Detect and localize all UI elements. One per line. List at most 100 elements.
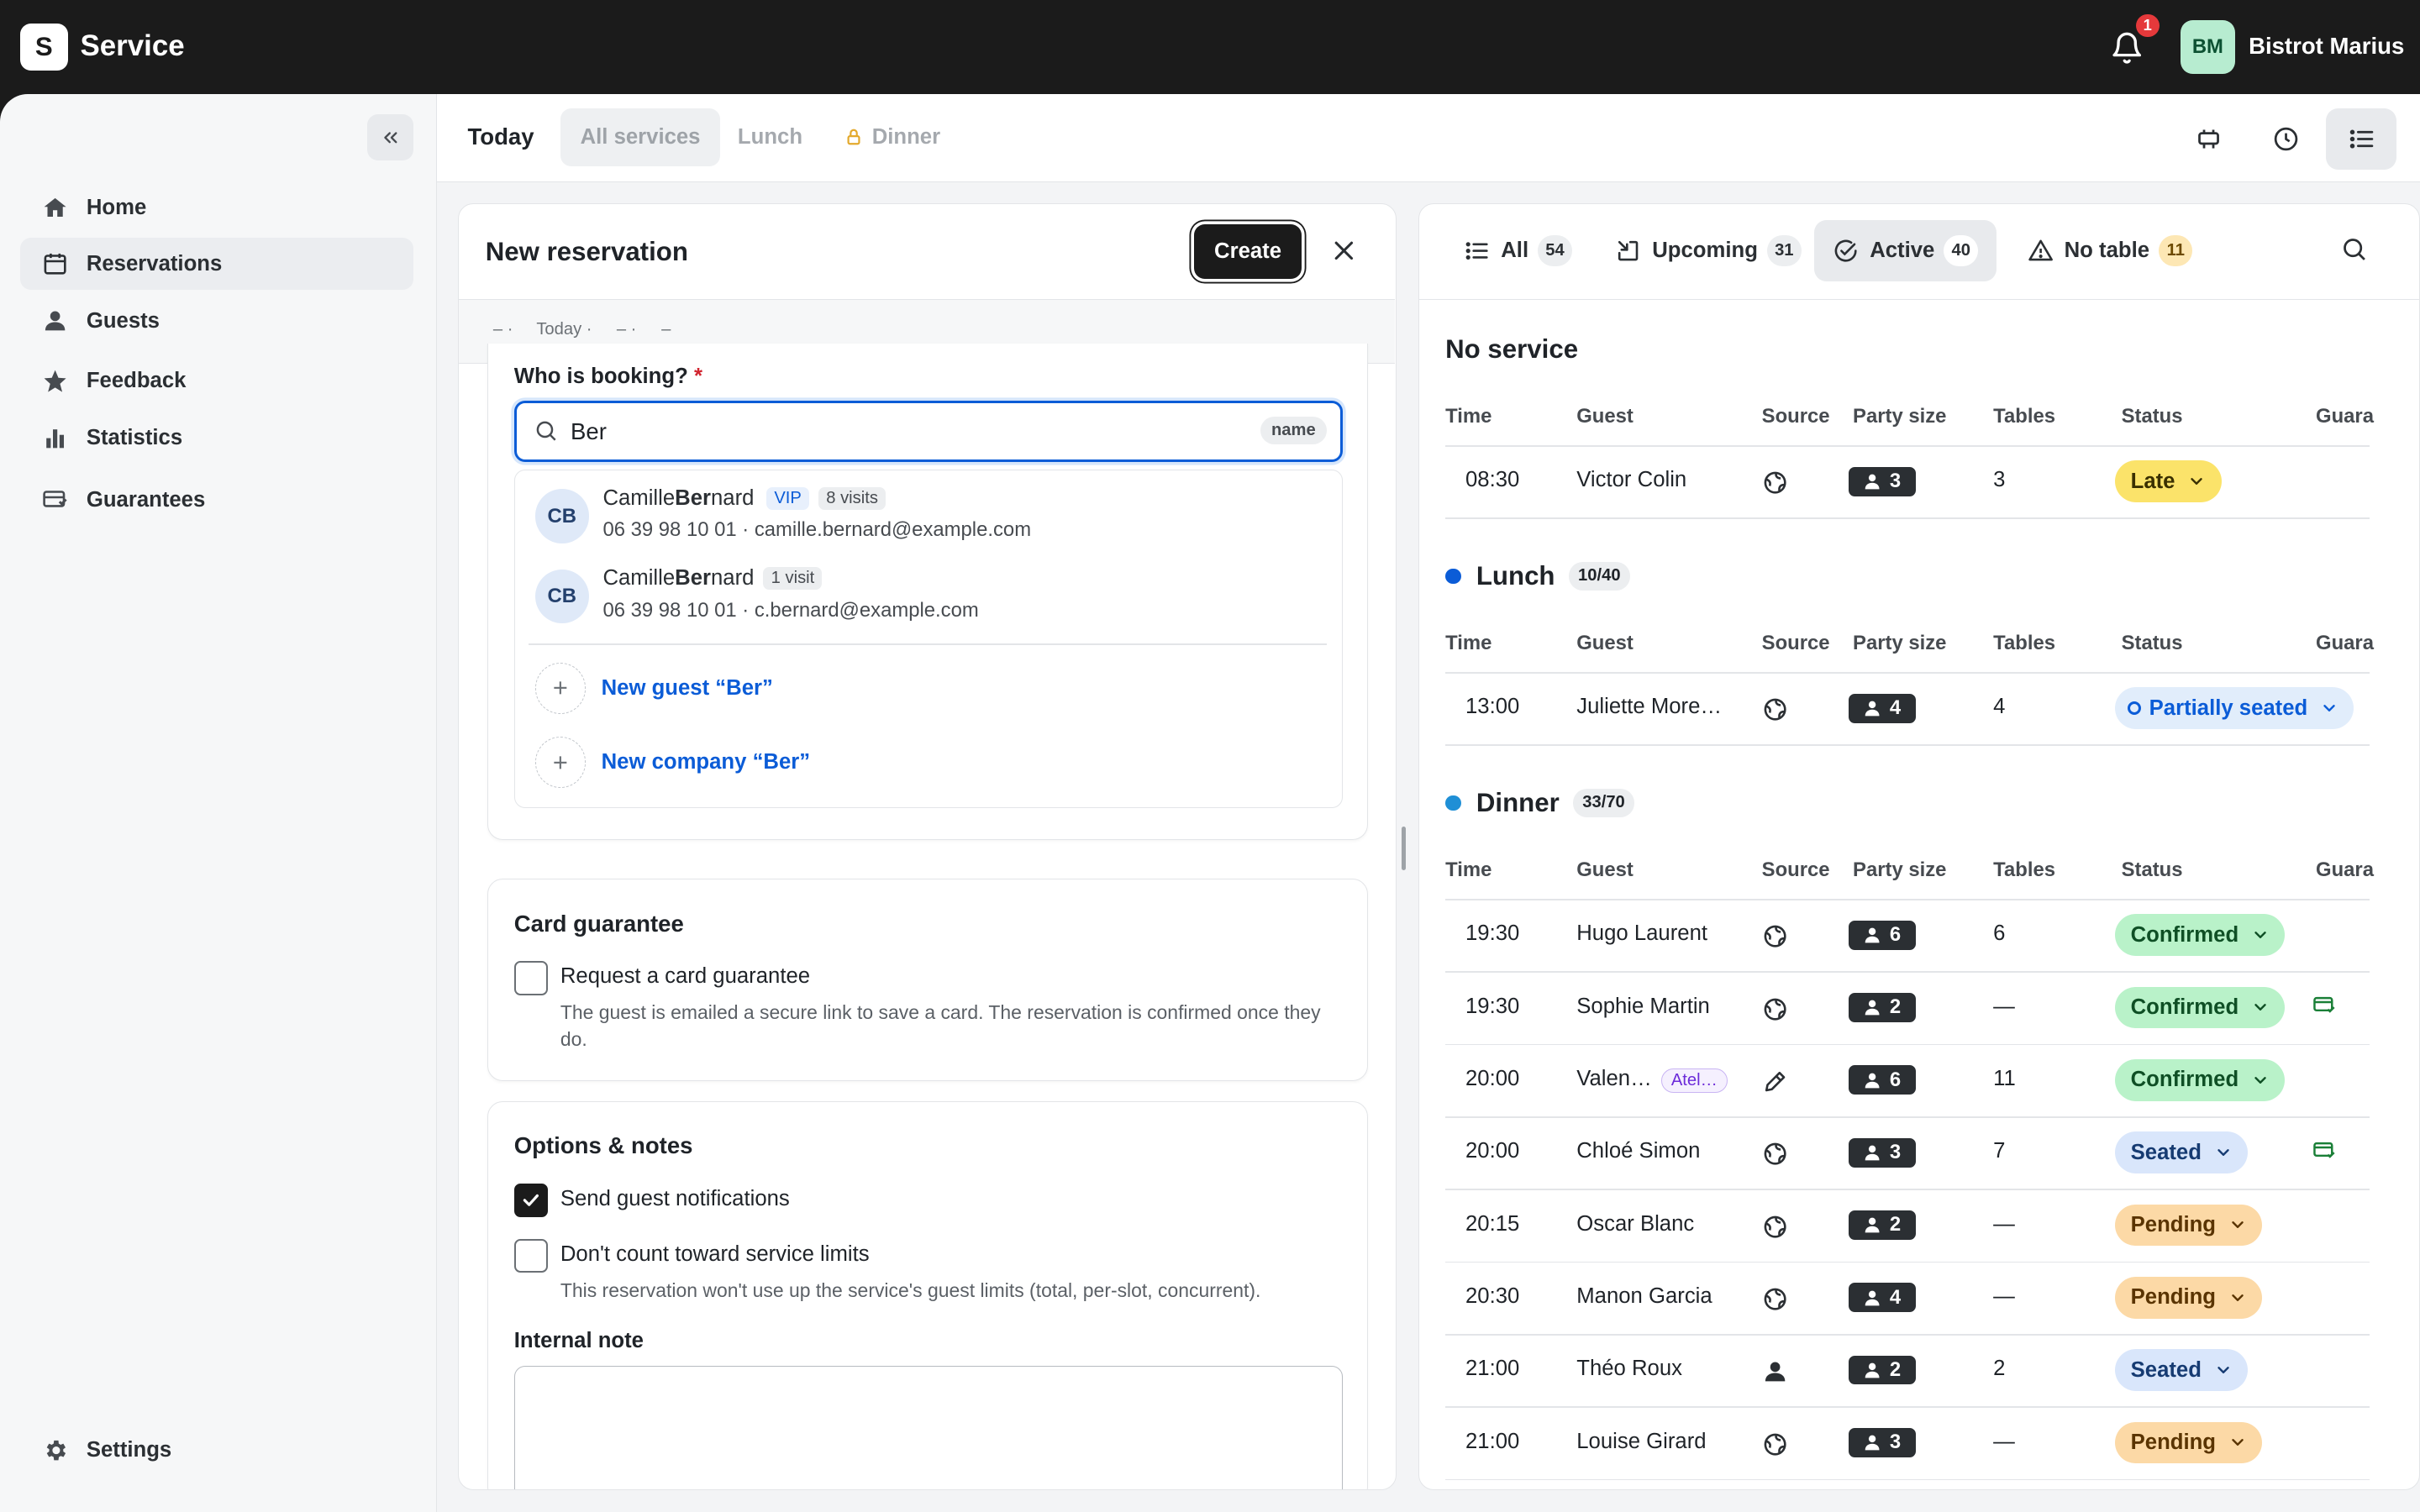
section-title: Dinner 33/70: [1445, 788, 1634, 818]
tab-upcoming[interactable]: Upcoming 31: [1597, 220, 1820, 281]
user-avatar[interactable]: BM: [2181, 19, 2235, 75]
tab-lunch[interactable]: Lunch: [718, 108, 823, 167]
globe-icon: [1762, 470, 1788, 496]
guest-name-text: Juliette More…: [1576, 695, 1723, 719]
tables-value: 7: [1993, 1139, 2006, 1163]
bar-chart-icon: [45, 429, 64, 449]
checkbox-label[interactable]: Don't count toward service limits: [560, 1242, 870, 1267]
guest-search-input[interactable]: Ber name: [513, 400, 1344, 463]
today-selector[interactable]: Today: [448, 108, 555, 167]
guest-name[interactable]: Chloé Simon: [1576, 1139, 1700, 1163]
create-button[interactable]: Create: [1193, 224, 1302, 279]
bell-icon[interactable]: [2110, 31, 2144, 65]
tab-all[interactable]: All 54: [1445, 220, 1591, 281]
restaurant-name[interactable]: Bistrot Marius: [2249, 33, 2404, 60]
column-header[interactable]: Time: [1445, 632, 1491, 655]
new-company-option[interactable]: New company “Ber”: [534, 736, 810, 788]
status-dropdown[interactable]: Pending: [2115, 1421, 2263, 1464]
guest-name[interactable]: Manon Garcia: [1576, 1284, 1712, 1309]
status-dropdown[interactable]: Pending: [2115, 1276, 2263, 1319]
column-header[interactable]: Time: [1445, 405, 1491, 428]
tab-dinner[interactable]: Dinner: [824, 108, 960, 167]
column-header[interactable]: Party size: [1853, 405, 1946, 428]
close-icon[interactable]: [1328, 235, 1360, 266]
count-badge: 54: [1538, 235, 1572, 266]
guest-name[interactable]: Louise Girard: [1576, 1430, 1706, 1454]
checkbox-label[interactable]: Request a card guarantee: [560, 964, 810, 989]
list-view-button[interactable]: [2325, 108, 2397, 170]
sidebar-item-guarantees[interactable]: Guarantees: [20, 474, 413, 526]
tab-no-table[interactable]: No table 11: [2009, 220, 2212, 281]
guest-name[interactable]: Hugo Laurent: [1576, 921, 1707, 946]
chevron-down-icon: [2232, 1439, 2244, 1446]
column-header[interactable]: Tables: [1993, 632, 2055, 655]
guest-result[interactable]: CB Camille Ber nard 1 visit 06 39 98 10 0…: [515, 551, 1341, 632]
resize-handle[interactable]: [1401, 827, 1407, 870]
sidebar-item-settings[interactable]: Settings: [20, 1424, 413, 1476]
timeline-view-button[interactable]: [2250, 108, 2321, 170]
column-header[interactable]: Guara: [2316, 632, 2374, 655]
column-header[interactable]: Source: [1762, 405, 1830, 428]
status-dropdown[interactable]: Confirmed: [2115, 986, 2286, 1029]
card-guarantee-icon: [42, 491, 67, 508]
status-dropdown[interactable]: Late: [2115, 460, 2222, 502]
column-header[interactable]: Status: [2122, 632, 2183, 655]
column-header[interactable]: Guest: [1576, 405, 1634, 428]
guest-name[interactable]: Théo Roux: [1576, 1357, 1682, 1381]
sidebar-item-guests[interactable]: Guests: [20, 295, 413, 347]
internal-note-textarea[interactable]: [513, 1365, 1344, 1490]
sidebar-item-home[interactable]: Home: [20, 182, 413, 234]
status-label: Pending: [2130, 1212, 2217, 1236]
guest-result[interactable]: CB Camille Ber nard VIP 8 visits 06 39 98…: [515, 470, 1341, 551]
status-dropdown[interactable]: Seated: [2115, 1349, 2248, 1391]
person-icon: [1762, 1358, 1788, 1384]
column-header[interactable]: Status: [2122, 405, 2183, 428]
guest-name[interactable]: Valen… Atel…: [1576, 1067, 1728, 1093]
search-icon[interactable]: [2340, 235, 2368, 263]
list-tabs: All 54 Upcoming 31 Active 40 No table 11: [1418, 204, 2419, 301]
reservation-time: 20:00: [1465, 1139, 1520, 1163]
guest-name[interactable]: Oscar Blanc: [1576, 1212, 1694, 1236]
guest-name[interactable]: Victor Colin: [1576, 468, 1686, 492]
status-dropdown[interactable]: Partially seated: [2115, 687, 2354, 729]
party-size-badge: 6: [1848, 1065, 1917, 1095]
column-header[interactable]: Status: [2122, 858, 2183, 882]
limits-checkbox[interactable]: [513, 1238, 549, 1273]
search-mode-chip[interactable]: name: [1260, 417, 1327, 445]
send-notifications-checkbox[interactable]: [513, 1183, 549, 1218]
column-header[interactable]: Guara: [2316, 858, 2374, 882]
guest-name[interactable]: Juliette More…: [1576, 695, 1722, 719]
guest-results-dropdown: CB Camille Ber nard VIP 8 visits 06 39 98…: [513, 470, 1344, 808]
status-dropdown[interactable]: Confirmed: [2115, 914, 2286, 956]
new-guest-option[interactable]: New guest “Ber”: [534, 662, 773, 714]
column-header[interactable]: Party size: [1853, 632, 1946, 655]
column-header[interactable]: Tables: [1993, 858, 2055, 882]
column-header[interactable]: Guest: [1576, 858, 1634, 882]
collapse-sidebar-button[interactable]: [367, 113, 414, 160]
column-header[interactable]: Source: [1762, 632, 1830, 655]
count-badge: 31: [1766, 235, 1802, 266]
column-header[interactable]: Source: [1762, 858, 1830, 882]
status-dropdown[interactable]: Confirmed: [2115, 1058, 2286, 1101]
column-header[interactable]: Guara: [2316, 405, 2374, 428]
chevron-down-icon: [2217, 1367, 2229, 1373]
summary-time: – ·: [492, 320, 513, 339]
status-dropdown[interactable]: Seated: [2115, 1131, 2248, 1173]
sidebar-item-feedback[interactable]: Feedback: [20, 354, 413, 407]
sidebar-item-reservations[interactable]: Reservations: [19, 237, 414, 291]
sidebar-item-statistics[interactable]: Statistics: [20, 412, 413, 464]
column-header[interactable]: Guest: [1576, 632, 1634, 655]
checkbox-label[interactable]: Send guest notifications: [560, 1187, 790, 1211]
column-header[interactable]: Time: [1445, 858, 1491, 882]
status-dropdown[interactable]: Pending: [2115, 1204, 2263, 1247]
app-logo[interactable]: S: [19, 23, 68, 71]
tab-active[interactable]: Active 40: [1814, 219, 1997, 282]
visits-badge: 1 visit: [763, 567, 823, 591]
tab-all-services[interactable]: All services: [560, 108, 721, 167]
floor-plan-view-button[interactable]: [2173, 108, 2244, 170]
guest-name[interactable]: Sophie Martin: [1576, 995, 1710, 1019]
request-guarantee-checkbox[interactable]: [513, 961, 549, 995]
divider: [1445, 744, 2370, 747]
column-header[interactable]: Party size: [1853, 858, 1946, 882]
column-header[interactable]: Tables: [1993, 405, 2055, 428]
